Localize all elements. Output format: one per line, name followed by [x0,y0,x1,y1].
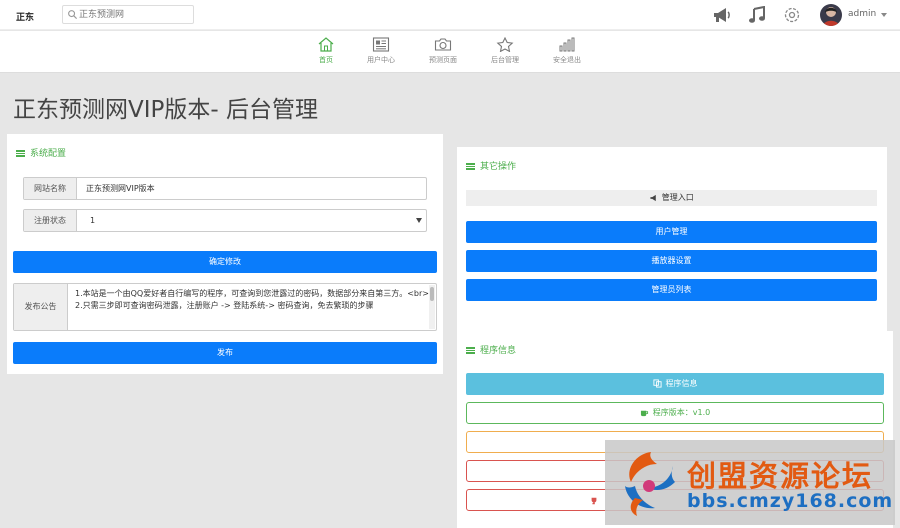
megaphone-icon [650,194,656,201]
watermark: 创盟资源论坛 bbs.cmzy168.com [605,440,895,525]
megaphone-icon[interactable] [712,6,732,24]
program-info-button[interactable]: 程序信息 [466,373,884,395]
version-label: 程序版本：v1.0 [652,408,711,417]
admin-entry-bar: 管理入口 [466,190,877,206]
reg-status-group: 注册状态 1 [23,209,427,232]
nav-admin[interactable]: 后台管理 [480,37,530,65]
nav-label: 用户中心 [367,56,395,64]
program-info-label: 程序信息 [665,379,698,388]
trophy-icon [591,497,597,505]
notice-group: 发布公告 1.本站是一个由QQ爱好者自行编写的程序，可查询到您泄露过的密码，数据… [13,283,437,331]
page-title: 正东预测网VIP版本- 后台管理 [13,97,318,123]
select-arrow-icon [416,218,422,223]
other-heading-text: 其它操作 [480,162,517,172]
watermark-url: bbs.cmzy168.com [687,490,894,512]
app-logo[interactable]: 正东 [16,10,34,23]
program-heading-text: 程序信息 [480,346,517,356]
music-icon[interactable] [747,6,767,24]
site-name-label: 网站名称 [24,178,77,199]
site-name-group: 网站名称 正东预测网VIP版本 [23,177,427,200]
reg-status-value: 1 [90,216,96,225]
nav-label: 预测页面 [429,56,457,64]
menu-icon [16,150,25,157]
version-box: 程序版本：v1.0 [466,402,884,424]
admin-entry-label: 管理入口 [661,193,694,202]
other-heading: 其它操作 [466,159,516,172]
bar-chart-icon [559,37,575,52]
copy-icon [652,379,662,388]
gear-icon[interactable] [782,6,802,24]
nav-predict[interactable]: 预测页面 [418,37,468,65]
watermark-logo [625,452,675,516]
camera-icon [434,38,452,51]
site-name-input[interactable]: 正东预测网VIP版本 [86,178,155,199]
menu-icon [466,347,475,354]
star-icon [496,37,514,52]
reg-status-label: 注册状态 [24,210,77,231]
notice-label: 发布公告 [14,284,68,330]
nav-logout[interactable]: 安全退出 [542,37,592,65]
config-heading-text: 系统配置 [30,149,67,159]
chevron-down-icon [881,13,887,17]
search-input[interactable] [79,8,189,21]
player-settings-button[interactable]: 播放器设置 [466,250,877,272]
config-panel: 系统配置 网站名称 正东预测网VIP版本 注册状态 1 确定修改 发布公告 1.… [7,134,443,374]
program-heading: 程序信息 [466,343,516,356]
confirm-button[interactable]: 确定修改 [13,251,437,273]
main-nav: 首页 用户中心 预测页面 后台管理 安全退出 [0,31,900,73]
nav-home[interactable]: 首页 [301,37,351,65]
publish-button[interactable]: 发布 [13,342,437,364]
reg-status-select[interactable]: 1 [90,210,422,231]
nav-user-center[interactable]: 用户中心 [356,37,406,65]
search-box[interactable] [62,5,194,24]
nav-label: 首页 [319,56,333,64]
user-manage-button[interactable]: 用户管理 [466,221,877,243]
scrollbar[interactable] [429,285,435,329]
user-name: admin [848,9,877,19]
top-bar: 正东 admin [0,0,900,30]
notice-textarea[interactable]: 1.本站是一个由QQ爱好者自行编写的程序，可查询到您泄露过的密码，数据部分来自第… [75,288,435,328]
menu-icon [466,163,475,170]
search-icon [68,10,78,20]
other-panel: 其它操作 管理入口 用户管理 播放器设置 管理员列表 [457,147,887,332]
coffee-icon [640,410,648,416]
nav-label: 安全退出 [553,56,581,64]
newspaper-icon [372,37,390,52]
nav-label: 后台管理 [491,56,519,64]
avatar[interactable] [820,4,842,26]
home-icon [318,37,334,52]
config-heading: 系统配置 [16,146,66,159]
admin-list-button[interactable]: 管理员列表 [466,279,877,301]
watermark-title: 创盟资源论坛 [687,459,874,493]
